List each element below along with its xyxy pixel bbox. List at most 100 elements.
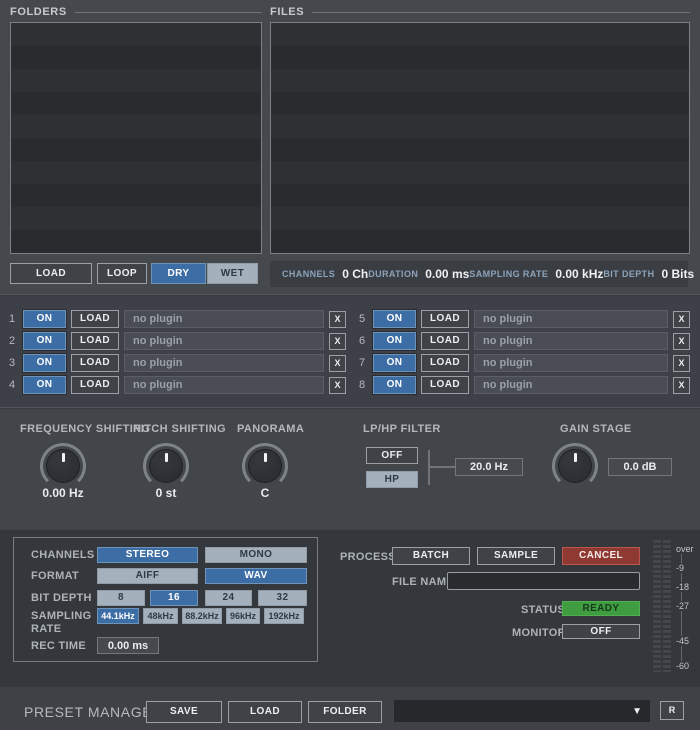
rate-192-toggle[interactable]: 192kHz (264, 608, 304, 624)
preset-folder-button[interactable]: FOLDER (308, 701, 382, 723)
rate-44-toggle[interactable]: 44.1kHz (97, 608, 139, 624)
channels-info: CHANNELS 0 Ch (282, 267, 368, 281)
plugin-remove-button[interactable]: X (329, 377, 346, 394)
meter-bar-left (653, 540, 661, 672)
batch-button[interactable]: BATCH (392, 547, 470, 565)
plugin-load-button[interactable]: LOAD (71, 354, 119, 372)
plugin-name-field[interactable]: no plugin (474, 310, 668, 328)
plugin-on-button[interactable]: ON (23, 376, 66, 394)
rec-time-label: REC TIME (31, 640, 86, 652)
plugin-load-button[interactable]: LOAD (71, 310, 119, 328)
dry-toggle[interactable]: DRY (151, 263, 206, 284)
filter-hp-button[interactable]: HP (366, 471, 418, 488)
rate-48-toggle[interactable]: 48kHz (143, 608, 178, 624)
plugin-remove-button[interactable]: X (673, 377, 690, 394)
plugin-remove-button[interactable]: X (673, 311, 690, 328)
meter-tick-over: over (674, 544, 696, 554)
status-badge: READY (562, 601, 640, 616)
plugin-name-field[interactable]: no plugin (124, 376, 324, 394)
preset-dropdown[interactable]: ▼ (394, 700, 650, 722)
plugin-name-field[interactable]: no plugin (124, 354, 324, 372)
bit-depth-info: BIT DEPTH 0 Bits (603, 267, 694, 281)
rec-time-field[interactable]: 0.00 ms (97, 637, 159, 654)
loop-button[interactable]: LOOP (97, 263, 147, 284)
sampling-rate-info-label: SAMPLING RATE (469, 269, 548, 279)
cancel-button[interactable]: CANCEL (562, 547, 640, 565)
plugin-load-button[interactable]: LOAD (71, 376, 119, 394)
plugin-name-field[interactable]: no plugin (124, 332, 324, 350)
bit-depth-24-toggle[interactable]: 24 (205, 590, 252, 606)
bit-depth-16-toggle[interactable]: 16 (150, 590, 198, 606)
aiff-toggle[interactable]: AIFF (97, 568, 198, 584)
meter-tick-27: -27 (674, 601, 691, 611)
filter-connector (430, 466, 455, 468)
process-label: PROCESS (340, 551, 396, 563)
mono-toggle[interactable]: MONO (205, 547, 307, 563)
pitch-shifting-knob[interactable] (143, 443, 189, 489)
load-folder-button[interactable]: LOAD (10, 263, 92, 284)
plugin-on-button[interactable]: ON (373, 354, 416, 372)
channels-info-value: 0 Ch (342, 267, 368, 281)
panorama-knob[interactable] (242, 443, 288, 489)
plugin-name-field[interactable]: no plugin (474, 376, 668, 394)
plugin-slot-number: 8 (356, 379, 368, 391)
knob-body (46, 449, 80, 483)
bit-depth-info-label: BIT DEPTH (603, 269, 654, 279)
filter-off-button[interactable]: OFF (366, 447, 418, 464)
gain-stage-knob[interactable] (552, 443, 598, 489)
frequency-shifting-knob[interactable] (40, 443, 86, 489)
plugin-on-button[interactable]: ON (373, 376, 416, 394)
preset-load-button[interactable]: LOAD (228, 701, 302, 723)
bit-depth-info-value: 0 Bits (661, 267, 694, 281)
folders-list[interactable] (10, 22, 262, 254)
duration-info-label: DURATION (368, 269, 418, 279)
preset-reset-button[interactable]: R (660, 701, 684, 720)
plugin-slot-row: 3 ON LOAD no plugin X (6, 354, 346, 372)
knob-pointer (62, 453, 65, 462)
rate-88-toggle[interactable]: 88.2kHz (182, 608, 222, 624)
sampling-rate-info: SAMPLING RATE 0.00 kHz (469, 267, 603, 281)
plugin-load-button[interactable]: LOAD (421, 354, 469, 372)
bit-depth-8-toggle[interactable]: 8 (97, 590, 145, 606)
plugin-name-field[interactable]: no plugin (474, 332, 668, 350)
files-list[interactable] (270, 22, 690, 254)
knob-pointer (165, 453, 168, 462)
divider (0, 407, 700, 409)
files-title: FILES (270, 6, 304, 18)
file-name-input[interactable] (447, 572, 640, 590)
sample-button[interactable]: SAMPLE (477, 547, 555, 565)
wav-toggle[interactable]: WAV (205, 568, 307, 584)
plugin-on-button[interactable]: ON (23, 310, 66, 328)
channels-info-label: CHANNELS (282, 269, 335, 279)
bit-depth-32-toggle[interactable]: 32 (258, 590, 307, 606)
monitor-toggle[interactable]: OFF (562, 624, 640, 639)
preset-save-button[interactable]: SAVE (146, 701, 222, 723)
filter-label: LP/HP FILTER (363, 423, 441, 435)
knob-pointer (264, 453, 267, 462)
panorama-label: PANORAMA (237, 423, 304, 435)
filter-frequency-field[interactable]: 20.0 Hz (455, 458, 523, 476)
plugin-load-button[interactable]: LOAD (421, 332, 469, 350)
plugin-on-button[interactable]: ON (23, 332, 66, 350)
plugin-slot-row: 5 ON LOAD no plugin X (356, 310, 690, 328)
plugin-load-button[interactable]: LOAD (421, 310, 469, 328)
plugin-remove-button[interactable]: X (329, 355, 346, 372)
monitor-label: MONITOR (512, 627, 566, 639)
rate-96-toggle[interactable]: 96kHz (226, 608, 260, 624)
plugin-remove-button[interactable]: X (673, 355, 690, 372)
plugin-on-button[interactable]: ON (23, 354, 66, 372)
plugin-slot-row: 1 ON LOAD no plugin X (6, 310, 346, 328)
wet-toggle[interactable]: WET (207, 263, 258, 284)
plugin-remove-button[interactable]: X (329, 333, 346, 350)
plugin-load-button[interactable]: LOAD (71, 332, 119, 350)
plugin-name-field[interactable]: no plugin (124, 310, 324, 328)
gain-stage-field[interactable]: 0.0 dB (608, 458, 672, 476)
plugin-remove-button[interactable]: X (673, 333, 690, 350)
plugin-name-field[interactable]: no plugin (474, 354, 668, 372)
knob-body (248, 449, 282, 483)
plugin-on-button[interactable]: ON (373, 332, 416, 350)
plugin-load-button[interactable]: LOAD (421, 376, 469, 394)
plugin-remove-button[interactable]: X (329, 311, 346, 328)
plugin-on-button[interactable]: ON (373, 310, 416, 328)
stereo-toggle[interactable]: STEREO (97, 547, 198, 563)
